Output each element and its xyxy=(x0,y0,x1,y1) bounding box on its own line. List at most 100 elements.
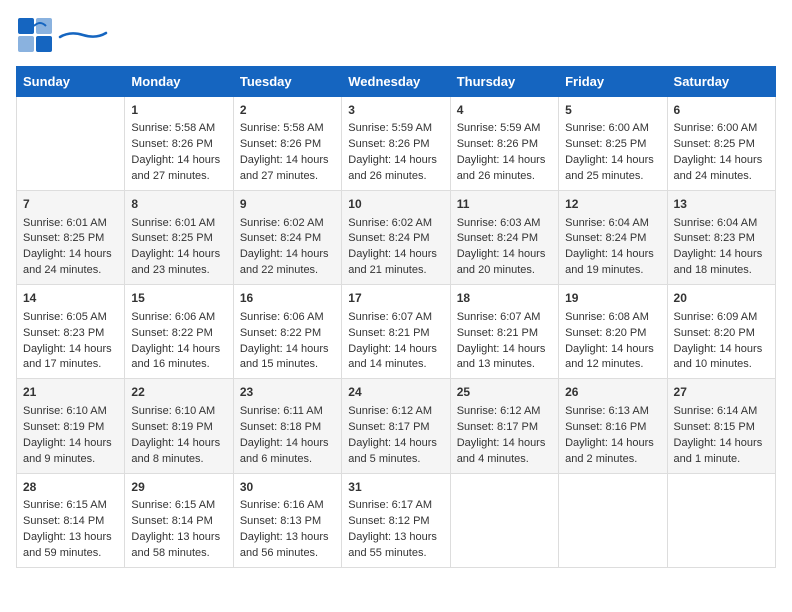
day-info: Daylight: 14 hours xyxy=(457,247,552,263)
day-info: Sunrise: 6:02 AM xyxy=(348,216,443,232)
day-info: and 23 minutes. xyxy=(131,263,226,279)
day-info: and 24 minutes. xyxy=(674,169,769,185)
day-info: and 26 minutes. xyxy=(348,169,443,185)
header-day: Friday xyxy=(559,67,667,97)
calendar-cell: 12Sunrise: 6:04 AMSunset: 8:24 PMDayligh… xyxy=(559,191,667,285)
header-day: Wednesday xyxy=(342,67,450,97)
calendar-cell xyxy=(559,473,667,567)
calendar-cell: 13Sunrise: 6:04 AMSunset: 8:23 PMDayligh… xyxy=(667,191,775,285)
calendar-cell: 27Sunrise: 6:14 AMSunset: 8:15 PMDayligh… xyxy=(667,379,775,473)
calendar-cell: 10Sunrise: 6:02 AMSunset: 8:24 PMDayligh… xyxy=(342,191,450,285)
calendar-week: 28Sunrise: 6:15 AMSunset: 8:14 PMDayligh… xyxy=(17,473,776,567)
day-number: 16 xyxy=(240,290,335,307)
day-info: Sunrise: 6:06 AM xyxy=(240,310,335,326)
day-info: Sunrise: 6:05 AM xyxy=(23,310,118,326)
day-number: 19 xyxy=(565,290,660,307)
day-info: and 8 minutes. xyxy=(131,452,226,468)
day-info: Sunset: 8:19 PM xyxy=(23,420,118,436)
day-info: Sunset: 8:21 PM xyxy=(457,326,552,342)
day-info: Sunset: 8:26 PM xyxy=(131,137,226,153)
day-info: Daylight: 14 hours xyxy=(457,342,552,358)
day-info: and 14 minutes. xyxy=(348,357,443,373)
day-number: 25 xyxy=(457,384,552,401)
calendar-table: SundayMondayTuesdayWednesdayThursdayFrid… xyxy=(16,66,776,568)
day-info: Sunrise: 6:14 AM xyxy=(674,404,769,420)
calendar-cell: 14Sunrise: 6:05 AMSunset: 8:23 PMDayligh… xyxy=(17,285,125,379)
day-info: Sunset: 8:20 PM xyxy=(674,326,769,342)
day-info: Daylight: 14 hours xyxy=(674,436,769,452)
day-info: Sunrise: 6:08 AM xyxy=(565,310,660,326)
day-number: 6 xyxy=(674,102,769,119)
day-info: Sunrise: 5:58 AM xyxy=(240,121,335,137)
day-info: and 12 minutes. xyxy=(565,357,660,373)
day-number: 10 xyxy=(348,196,443,213)
day-info: Daylight: 14 hours xyxy=(674,153,769,169)
day-info: Sunset: 8:18 PM xyxy=(240,420,335,436)
calendar-cell: 1Sunrise: 5:58 AMSunset: 8:26 PMDaylight… xyxy=(125,97,233,191)
day-info: Daylight: 14 hours xyxy=(565,153,660,169)
day-info: and 16 minutes. xyxy=(131,357,226,373)
day-info: Sunrise: 6:10 AM xyxy=(23,404,118,420)
calendar-cell: 6Sunrise: 6:00 AMSunset: 8:25 PMDaylight… xyxy=(667,97,775,191)
header-day: Sunday xyxy=(17,67,125,97)
day-info: Daylight: 13 hours xyxy=(348,530,443,546)
day-info: Sunset: 8:24 PM xyxy=(240,231,335,247)
day-number: 27 xyxy=(674,384,769,401)
day-info: Daylight: 14 hours xyxy=(131,436,226,452)
day-info: Sunset: 8:24 PM xyxy=(565,231,660,247)
day-info: and 27 minutes. xyxy=(240,169,335,185)
day-info: Daylight: 14 hours xyxy=(674,342,769,358)
day-number: 9 xyxy=(240,196,335,213)
calendar-cell: 22Sunrise: 6:10 AMSunset: 8:19 PMDayligh… xyxy=(125,379,233,473)
day-info: Daylight: 14 hours xyxy=(240,153,335,169)
calendar-cell xyxy=(17,97,125,191)
calendar-body: 1Sunrise: 5:58 AMSunset: 8:26 PMDaylight… xyxy=(17,97,776,568)
day-info: Daylight: 13 hours xyxy=(131,530,226,546)
calendar-cell: 3Sunrise: 5:59 AMSunset: 8:26 PMDaylight… xyxy=(342,97,450,191)
day-info: Sunset: 8:19 PM xyxy=(131,420,226,436)
day-number: 18 xyxy=(457,290,552,307)
day-info: Daylight: 14 hours xyxy=(565,436,660,452)
day-info: Sunset: 8:21 PM xyxy=(348,326,443,342)
day-number: 28 xyxy=(23,479,118,496)
calendar-cell: 24Sunrise: 6:12 AMSunset: 8:17 PMDayligh… xyxy=(342,379,450,473)
day-info: Sunset: 8:23 PM xyxy=(23,326,118,342)
day-info: and 2 minutes. xyxy=(565,452,660,468)
day-number: 30 xyxy=(240,479,335,496)
day-info: Sunrise: 6:12 AM xyxy=(348,404,443,420)
calendar-cell: 18Sunrise: 6:07 AMSunset: 8:21 PMDayligh… xyxy=(450,285,558,379)
day-info: Sunset: 8:12 PM xyxy=(348,514,443,530)
day-info: Daylight: 14 hours xyxy=(457,436,552,452)
calendar-cell: 19Sunrise: 6:08 AMSunset: 8:20 PMDayligh… xyxy=(559,285,667,379)
day-number: 13 xyxy=(674,196,769,213)
calendar-cell: 30Sunrise: 6:16 AMSunset: 8:13 PMDayligh… xyxy=(233,473,341,567)
calendar-cell: 20Sunrise: 6:09 AMSunset: 8:20 PMDayligh… xyxy=(667,285,775,379)
day-info: Daylight: 14 hours xyxy=(348,436,443,452)
day-info: and 15 minutes. xyxy=(240,357,335,373)
day-info: and 22 minutes. xyxy=(240,263,335,279)
day-info: and 9 minutes. xyxy=(23,452,118,468)
day-info: Sunset: 8:16 PM xyxy=(565,420,660,436)
day-info: Sunset: 8:23 PM xyxy=(674,231,769,247)
day-info: Sunrise: 6:13 AM xyxy=(565,404,660,420)
day-number: 22 xyxy=(131,384,226,401)
day-number: 17 xyxy=(348,290,443,307)
day-info: and 26 minutes. xyxy=(457,169,552,185)
day-info: Sunset: 8:13 PM xyxy=(240,514,335,530)
day-info: and 58 minutes. xyxy=(131,546,226,562)
day-info: Sunset: 8:26 PM xyxy=(457,137,552,153)
day-number: 29 xyxy=(131,479,226,496)
day-number: 24 xyxy=(348,384,443,401)
calendar-cell: 26Sunrise: 6:13 AMSunset: 8:16 PMDayligh… xyxy=(559,379,667,473)
day-info: and 25 minutes. xyxy=(565,169,660,185)
day-info: Sunset: 8:14 PM xyxy=(23,514,118,530)
day-info: Daylight: 13 hours xyxy=(23,530,118,546)
calendar-cell: 16Sunrise: 6:06 AMSunset: 8:22 PMDayligh… xyxy=(233,285,341,379)
calendar-cell: 17Sunrise: 6:07 AMSunset: 8:21 PMDayligh… xyxy=(342,285,450,379)
day-number: 5 xyxy=(565,102,660,119)
day-info: Sunset: 8:24 PM xyxy=(457,231,552,247)
calendar-cell: 15Sunrise: 6:06 AMSunset: 8:22 PMDayligh… xyxy=(125,285,233,379)
day-info: Sunrise: 6:16 AM xyxy=(240,498,335,514)
calendar-cell: 9Sunrise: 6:02 AMSunset: 8:24 PMDaylight… xyxy=(233,191,341,285)
calendar-cell: 2Sunrise: 5:58 AMSunset: 8:26 PMDaylight… xyxy=(233,97,341,191)
